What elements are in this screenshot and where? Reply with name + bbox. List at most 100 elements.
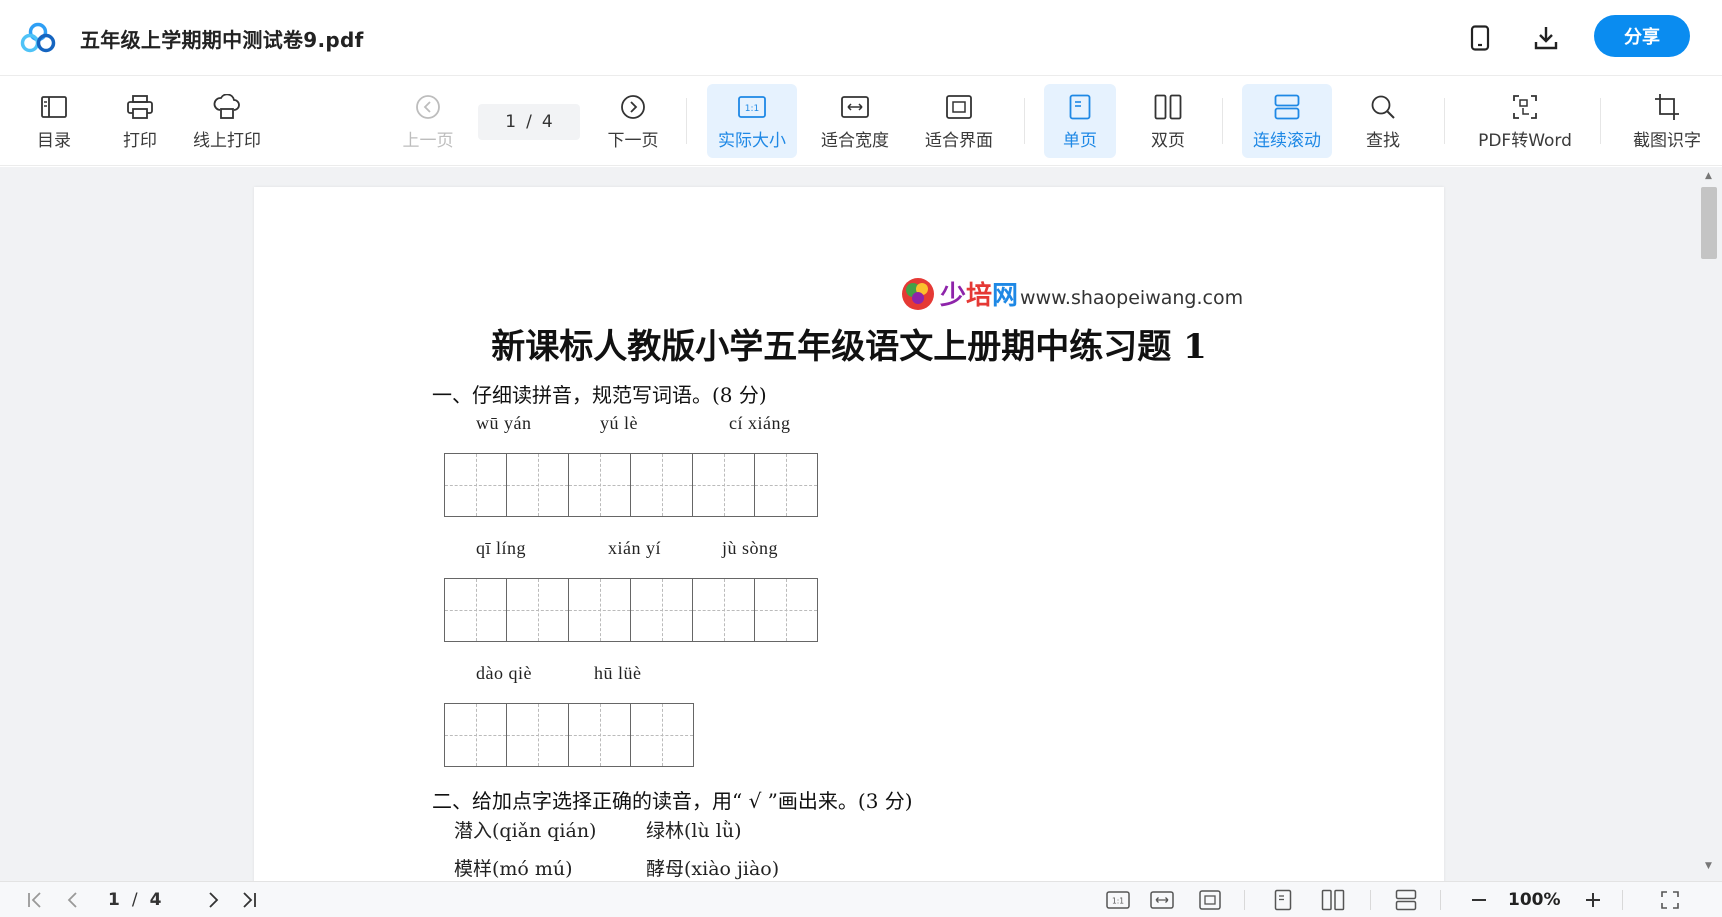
fit-screen-label: 适合界面 <box>925 130 993 151</box>
status-page-current: 1 <box>108 890 120 910</box>
toolbar-divider <box>1444 98 1445 144</box>
print-label: 打印 <box>123 130 157 151</box>
scroll-down-arrow-icon[interactable]: ▼ <box>1705 861 1712 871</box>
zoom-level: 100% <box>1508 890 1561 910</box>
fit-width-button[interactable]: 适合宽度 <box>814 84 896 158</box>
cloud-print-icon <box>212 92 242 122</box>
download-icon[interactable] <box>1528 20 1564 56</box>
pinyin: dào qiè <box>476 663 532 683</box>
print-button[interactable]: 打印 <box>108 84 172 158</box>
share-button[interactable]: 分享 <box>1594 15 1690 57</box>
find-button[interactable]: 查找 <box>1350 84 1416 158</box>
fit-width-label: 适合宽度 <box>821 130 889 151</box>
pinyin: yú lè <box>600 413 638 433</box>
document-viewer[interactable]: 少培网 www.shaopeiwang.com 新课标人教版小学五年级语文上册期… <box>0 167 1722 881</box>
double-page-button[interactable]: 双页 <box>1132 84 1204 158</box>
pinyin: wū yán <box>476 413 532 433</box>
single-page-label: 单页 <box>1063 130 1097 151</box>
toc-label: 目录 <box>37 130 71 151</box>
single-page-icon[interactable] <box>1270 886 1296 914</box>
pinyin: xián yí <box>608 538 661 558</box>
continuous-scroll-icon[interactable] <box>1392 886 1420 914</box>
page-total: 4 <box>541 112 553 132</box>
double-page-label: 双页 <box>1151 130 1185 151</box>
option: 绿林(lù lǜ) <box>646 820 742 842</box>
continuous-scroll-button[interactable]: 连续滚动 <box>1242 84 1332 158</box>
next-page-icon[interactable] <box>200 886 226 914</box>
pinyin: cí xiáng <box>729 413 791 433</box>
search-icon <box>1368 92 1398 122</box>
prev-page-button[interactable]: 上一页 <box>396 84 460 158</box>
watermark-site: www.shaopeiwang.com <box>1020 286 1244 309</box>
prev-page-label: 上一页 <box>402 130 454 151</box>
status-divider <box>1244 890 1245 910</box>
zoom-out-icon[interactable] <box>1466 886 1492 914</box>
fit-screen-icon[interactable] <box>1196 886 1224 914</box>
pinyin: jù sòng <box>722 538 779 558</box>
first-page-icon[interactable] <box>22 886 48 914</box>
pdf-to-word-button[interactable]: PDF转Word <box>1470 84 1580 158</box>
scroll-up-arrow-icon[interactable]: ▲ <box>1705 171 1712 181</box>
chevron-left-circle-icon <box>413 92 443 122</box>
fit-screen-icon <box>944 92 974 122</box>
pdf-page: 少培网 www.shaopeiwang.com 新课标人教版小学五年级语文上册期… <box>254 187 1444 881</box>
svg-text:1:1: 1:1 <box>1112 897 1124 906</box>
zoom-in-icon[interactable] <box>1580 886 1606 914</box>
chevron-right-circle-icon <box>618 92 648 122</box>
phone-icon[interactable] <box>1462 20 1498 56</box>
actual-size-label: 实际大小 <box>718 130 786 151</box>
actual-size-button[interactable]: 1:1 实际大小 <box>707 84 797 158</box>
single-page-button[interactable]: 单页 <box>1044 84 1116 158</box>
next-page-label: 下一页 <box>607 130 659 151</box>
writing-grid <box>444 578 818 642</box>
find-label: 查找 <box>1366 130 1400 151</box>
page-separator: / <box>526 112 532 132</box>
toc-button[interactable]: 目录 <box>22 84 86 158</box>
status-bar: 1 / 4 1:1 100% <box>0 881 1722 917</box>
screenshot-ocr-button[interactable]: 截图识字 <box>1624 84 1710 158</box>
pdf-to-word-label: PDF转Word <box>1478 130 1572 151</box>
toolbar-divider <box>1600 98 1601 144</box>
prev-page-icon[interactable] <box>60 886 86 914</box>
status-divider <box>1440 890 1441 910</box>
app-logo <box>20 22 56 54</box>
page-current: 1 <box>505 112 517 132</box>
printer-icon <box>125 92 155 122</box>
toolbar-divider <box>1222 98 1223 144</box>
watermark-logo-icon <box>902 277 934 310</box>
pinyin: hū lüè <box>594 663 642 683</box>
fit-width-icon <box>840 92 870 122</box>
actual-size-icon: 1:1 <box>737 92 767 122</box>
title-bar: 五年级上学期期中测试卷9.pdf 分享 <box>0 0 1722 76</box>
next-page-button[interactable]: 下一页 <box>600 84 666 158</box>
status-divider <box>1370 890 1371 910</box>
actual-size-icon[interactable]: 1:1 <box>1104 886 1132 914</box>
last-page-icon[interactable] <box>236 886 262 914</box>
option: 模样(mó mú) <box>454 858 573 880</box>
question-1: 一、仔细读拼音，规范写词语。(8 分) <box>432 383 767 407</box>
online-print-button[interactable]: 线上打印 <box>186 84 268 158</box>
fit-screen-button[interactable]: 适合界面 <box>918 84 1000 158</box>
convert-icon <box>1510 92 1540 122</box>
fullscreen-icon[interactable] <box>1656 886 1684 914</box>
scrollbar-thumb[interactable] <box>1701 187 1717 259</box>
toolbar-divider <box>686 98 687 144</box>
writing-grid <box>444 453 818 517</box>
fit-width-icon[interactable] <box>1148 886 1176 914</box>
option: 潜入(qiǎn qián) <box>454 820 597 842</box>
option: 酵母(xiào jiào) <box>646 858 780 880</box>
single-page-icon <box>1065 92 1095 122</box>
double-page-icon[interactable] <box>1318 886 1348 914</box>
continuous-scroll-icon <box>1272 92 1302 122</box>
screenshot-ocr-label: 截图识字 <box>1633 130 1701 151</box>
page-number-input[interactable]: 1 / 4 <box>478 104 580 140</box>
question-2: 二、给加点字选择正确的读音，用“ √ ”画出来。(3 分) <box>432 789 913 813</box>
pinyin: qī líng <box>476 538 527 558</box>
watermark: 少培网 www.shaopeiwang.com <box>900 275 1243 312</box>
vertical-scrollbar[interactable]: ▲ ▼ <box>1696 167 1722 881</box>
status-divider <box>1622 890 1623 910</box>
file-title: 五年级上学期期中测试卷9.pdf <box>80 28 364 52</box>
online-print-label: 线上打印 <box>193 130 261 151</box>
status-page-indicator: 1 / 4 <box>108 890 161 910</box>
toc-icon <box>39 92 69 122</box>
